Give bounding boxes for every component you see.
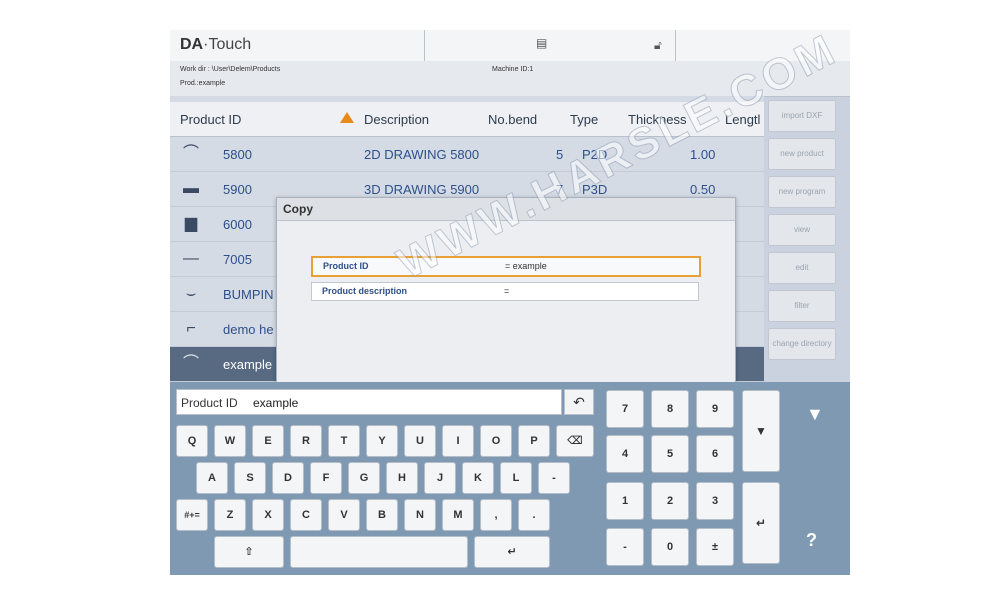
bent-profile-icon: ⌒	[182, 355, 199, 372]
help-icon[interactable]: ?	[806, 530, 817, 551]
key-e[interactable]: E	[252, 425, 284, 457]
num-minus[interactable]: -	[606, 528, 644, 566]
memory-icon: ▤	[536, 36, 548, 50]
col-type[interactable]: Type	[570, 112, 598, 127]
onscreen-keyboard: Product ID example ↶ Q W E R T Y U I O P…	[170, 382, 850, 575]
import-dxf-button[interactable]: import DXF	[768, 100, 836, 132]
row-description: 3D DRAWING 5900	[364, 182, 480, 197]
key-i[interactable]: I	[442, 425, 474, 457]
key-q[interactable]: Q	[176, 425, 208, 457]
hem-profile-icon: ⌐	[186, 320, 196, 337]
key-s[interactable]: S	[234, 462, 266, 494]
key-b[interactable]: B	[366, 499, 398, 531]
status-cell	[425, 30, 676, 61]
work-dir-label: Work dir : \User\Delem\Products	[180, 66, 281, 73]
u-profile-icon: ⌣	[185, 285, 197, 302]
key-a[interactable]: A	[196, 462, 228, 494]
key-g[interactable]: G	[348, 462, 380, 494]
shift-icon[interactable]: ⇧	[214, 536, 284, 568]
key-w[interactable]: W	[214, 425, 246, 457]
enter-icon[interactable]: ↵	[474, 536, 550, 568]
bent-profile-icon: ⌒	[182, 145, 199, 162]
key-n[interactable]: N	[404, 499, 436, 531]
num-1[interactable]: 1	[606, 482, 644, 520]
key-c[interactable]: C	[290, 499, 322, 531]
key-j[interactable]: J	[424, 462, 456, 494]
backspace-icon[interactable]: ⌫	[556, 425, 594, 457]
field-label: Product description	[322, 286, 408, 296]
nav-down-icon[interactable]: ▼	[742, 390, 780, 472]
filter-button[interactable]: filter	[768, 290, 836, 322]
edit-button[interactable]: edit	[768, 252, 836, 284]
undo-icon[interactable]: ↶	[564, 389, 594, 415]
input-label: Product ID	[181, 396, 238, 410]
sort-ascending-icon[interactable]	[340, 112, 354, 123]
key-t[interactable]: T	[328, 425, 360, 457]
num-4[interactable]: 4	[606, 435, 644, 473]
box-part-icon: ▆	[184, 215, 198, 232]
unlock-icon[interactable]: 🔓︎	[654, 38, 662, 53]
key-k[interactable]: K	[462, 462, 494, 494]
key-m[interactable]: M	[442, 499, 474, 531]
key-y[interactable]: Y	[366, 425, 398, 457]
view-button[interactable]: view	[768, 214, 836, 246]
key-dash[interactable]: -	[538, 462, 570, 494]
key-comma[interactable]: ,	[480, 499, 512, 531]
key-r[interactable]: R	[290, 425, 322, 457]
flat-profile-icon: —	[183, 250, 199, 267]
key-l[interactable]: L	[500, 462, 532, 494]
product-description-field[interactable]: Product description =	[311, 282, 699, 301]
key-p[interactable]: P	[518, 425, 550, 457]
row-product-id: 5900	[223, 182, 252, 197]
key-o[interactable]: O	[480, 425, 512, 457]
num-2[interactable]: 2	[651, 482, 689, 520]
key-h[interactable]: H	[386, 462, 418, 494]
col-product-id[interactable]: Product ID	[180, 112, 241, 127]
num-5[interactable]: 5	[651, 435, 689, 473]
row-description: 2D DRAWING 5800	[364, 147, 480, 162]
key-z[interactable]: Z	[214, 499, 246, 531]
key-u[interactable]: U	[404, 425, 436, 457]
key-x[interactable]: X	[252, 499, 284, 531]
new-program-button[interactable]: new program	[768, 176, 836, 208]
3d-part-icon: ▬	[183, 180, 199, 197]
brand-logo: DA·Touch	[180, 36, 252, 53]
row-product-id: 5800	[223, 147, 252, 162]
num-3[interactable]: 3	[696, 482, 734, 520]
key-v[interactable]: V	[328, 499, 360, 531]
row-product-id: 6000	[223, 217, 252, 232]
num-6[interactable]: 6	[696, 435, 734, 473]
num-0[interactable]: 0	[651, 528, 689, 566]
keyboard-input-field[interactable]: Product ID example	[176, 389, 562, 415]
row-thickness: 0.50	[690, 182, 716, 197]
symbols-key[interactable]: #+=	[176, 499, 208, 531]
change-directory-button[interactable]: change directory	[768, 328, 836, 360]
input-value: example	[253, 396, 299, 410]
key-period[interactable]: .	[518, 499, 550, 531]
field-value: =	[504, 286, 510, 296]
num-plus-minus[interactable]: ±	[696, 528, 734, 566]
product-label: Prod.:example	[180, 80, 226, 87]
num-9[interactable]: 9	[696, 390, 734, 428]
num-8[interactable]: 8	[651, 390, 689, 428]
row-product-id: BUMPIN	[223, 287, 274, 302]
machine-id-label: Machine ID:1	[492, 66, 534, 73]
space-key[interactable]	[290, 536, 468, 568]
row-thickness: 1.00	[690, 147, 716, 162]
key-d[interactable]: D	[272, 462, 304, 494]
key-f[interactable]: F	[310, 462, 342, 494]
col-description[interactable]: Description	[364, 112, 429, 127]
product-id-field[interactable]: Product ID = example	[311, 256, 701, 277]
new-product-button[interactable]: new product	[768, 138, 836, 170]
field-value: = example	[505, 261, 547, 271]
row-product-id: 7005	[223, 252, 252, 267]
num-7[interactable]: 7	[606, 390, 644, 428]
hide-keyboard-icon[interactable]: ▼	[806, 404, 824, 425]
row-product-id: demo he	[223, 322, 274, 337]
row-product-id: example	[223, 357, 273, 372]
da-touch-screen: DA·Touch ▤ 🔓︎ Work dir : \User\Delem\Pro…	[170, 30, 850, 575]
numpad-enter-icon[interactable]: ↵	[742, 482, 780, 564]
field-label: Product ID	[323, 261, 369, 271]
col-no-bend[interactable]: No.bend	[488, 112, 537, 127]
